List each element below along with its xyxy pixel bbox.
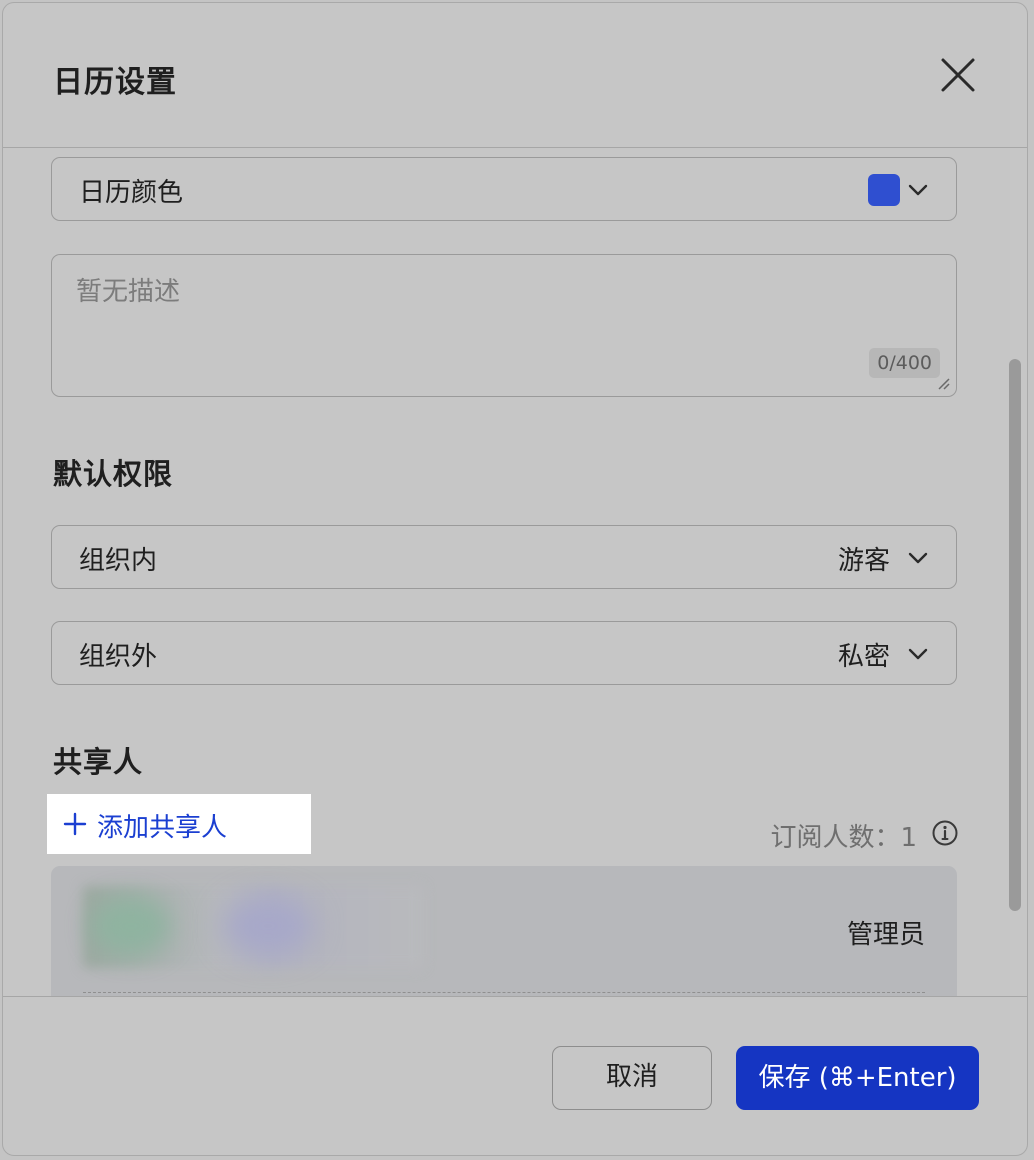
outside-org-label: 组织外 <box>79 642 158 672</box>
sharer-list: 管理员 <box>51 866 957 997</box>
character-counter: 0/400 <box>869 348 940 378</box>
calendar-color-label: 日历颜色 <box>79 178 184 208</box>
sharer-role: 管理员 <box>846 920 925 950</box>
dialog-header: 日历设置 <box>3 3 1027 148</box>
dialog-body: 日历颜色 暂无描述 0/400 默认权限 组织内 游客 组织外 私密 共享人 添… <box>3 149 1027 997</box>
blurred-avatar <box>91 896 171 956</box>
calendar-settings-dialog: 日历设置 日历颜色 暂无描述 0/400 默认权限 组织内 游客 组织外 私密 … <box>2 2 1028 1156</box>
info-icon[interactable] <box>931 819 959 847</box>
outside-org-permission-select[interactable]: 组织外 私密 <box>51 621 957 685</box>
scrollbar[interactable] <box>1007 149 1023 997</box>
inside-org-permission-select[interactable]: 组织内 游客 <box>51 525 957 589</box>
color-swatch <box>868 174 900 206</box>
chevron-down-icon <box>908 552 928 564</box>
outside-org-value: 私密 <box>837 642 890 672</box>
plus-icon <box>63 812 87 836</box>
blurred-username <box>223 896 313 956</box>
default-permissions-title: 默认权限 <box>53 457 174 491</box>
close-button[interactable] <box>938 55 978 95</box>
description-placeholder: 暂无描述 <box>76 277 181 307</box>
scrollbar-thumb[interactable] <box>1009 359 1021 911</box>
sharers-title: 共享人 <box>53 745 144 779</box>
resize-handle-icon[interactable] <box>936 376 950 390</box>
close-icon <box>941 58 975 92</box>
sharer-list-item[interactable]: 管理员 <box>83 866 925 993</box>
subscriber-count: 订阅人数：1 <box>770 823 917 853</box>
dialog-title: 日历设置 <box>53 65 177 100</box>
add-sharer-label: 添加共享人 <box>97 813 228 843</box>
description-textarea[interactable]: 暂无描述 0/400 <box>51 254 957 397</box>
save-button[interactable]: 保存 (⌘+Enter) <box>736 1046 979 1110</box>
inside-org-value: 游客 <box>837 546 890 576</box>
chevron-down-icon <box>908 648 928 660</box>
chevron-down-icon <box>908 184 928 196</box>
inside-org-label: 组织内 <box>79 546 158 576</box>
dialog-footer: 取消 保存 (⌘+Enter) <box>3 996 1027 1155</box>
add-sharer-button[interactable]: 添加共享人 <box>47 794 311 854</box>
calendar-color-select[interactable]: 日历颜色 <box>51 157 957 221</box>
cancel-button[interactable]: 取消 <box>552 1046 712 1110</box>
